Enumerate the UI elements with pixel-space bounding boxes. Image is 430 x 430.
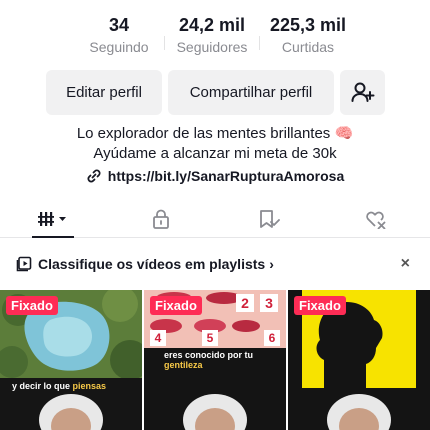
add-friend-button[interactable] xyxy=(340,70,385,115)
edit-profile-button[interactable]: Editar perfil xyxy=(46,70,162,115)
lip-number: 6 xyxy=(264,330,280,346)
profile-link[interactable]: https://bit.ly/SanarRupturaAmorosa xyxy=(0,168,430,184)
pinned-badge: Fixado xyxy=(6,296,58,315)
playlist-icon xyxy=(16,256,32,272)
lip-number: 2 xyxy=(236,294,254,312)
tab-videos[interactable] xyxy=(0,200,108,238)
lip-number: 3 xyxy=(260,294,278,312)
playlist-banner[interactable]: Classifique os vídeos em playlists › × xyxy=(0,246,430,282)
videos-grid-icon xyxy=(37,211,66,226)
profile-bio: Lo explorador de las mentes brillantes 🧠… xyxy=(0,124,430,164)
stat-divider xyxy=(164,36,165,50)
video-caption: y decir lo que piensas xyxy=(12,381,106,391)
playlist-banner-text: Classifique os vídeos em playlists xyxy=(38,256,266,272)
video-caption: eres conocido por tu gentileza xyxy=(164,350,286,370)
lock-icon xyxy=(153,209,170,229)
following-label: Seguindo xyxy=(89,39,149,55)
share-profile-button[interactable]: Compartilhar perfil xyxy=(168,70,334,115)
bio-line-2: Ayúdame a alcanzar mi meta de 30k xyxy=(93,145,337,162)
bio-line-1: Lo explorador de las mentes brillantes 🧠 xyxy=(76,125,354,142)
pinned-badge: Fixado xyxy=(294,296,346,315)
profile-tabs xyxy=(0,200,430,238)
tab-liked[interactable] xyxy=(323,200,430,237)
caption-text: eres conocido por tu xyxy=(164,350,254,360)
tab-saved[interactable] xyxy=(215,200,323,237)
link-url: https://bit.ly/SanarRupturaAmorosa xyxy=(107,168,345,184)
stat-followers[interactable]: 24,2 mil Seguidores xyxy=(164,14,260,60)
add-user-icon xyxy=(351,82,374,102)
liked-icon xyxy=(366,211,386,229)
video-grid: Fixado y decir lo que piensas 2 3 4 5 6 … xyxy=(0,290,430,430)
caption-text: y decir lo que xyxy=(12,381,73,391)
followers-count: 24,2 mil xyxy=(178,15,246,35)
caption-highlight: piensas xyxy=(72,381,107,391)
profile-stats: 34 Seguindo 24,2 mil Seguidores 225,3 mi… xyxy=(0,14,430,60)
tab-private[interactable] xyxy=(108,200,216,237)
pinned-badge: Fixado xyxy=(150,296,202,315)
likes-label: Curtidas xyxy=(281,39,335,55)
video-thumbnail-3[interactable]: Fixado xyxy=(288,290,430,430)
caption-highlight: gentileza xyxy=(164,360,203,370)
followers-label: Seguidores xyxy=(176,39,248,55)
following-count: 34 xyxy=(108,15,130,35)
lip-number: 4 xyxy=(150,330,166,346)
profile-actions: Editar perfil Compartilhar perfil xyxy=(46,70,385,115)
stat-likes[interactable]: 225,3 mil Curtidas xyxy=(260,14,356,60)
saved-icon xyxy=(259,209,280,228)
link-icon xyxy=(87,169,101,183)
close-icon[interactable]: × xyxy=(401,255,410,273)
chevron-right-icon: › xyxy=(269,256,274,272)
video-thumbnail-1[interactable]: Fixado y decir lo que piensas xyxy=(0,290,142,430)
lip-number: 5 xyxy=(202,330,218,346)
likes-count: 225,3 mil xyxy=(269,15,347,35)
video-thumbnail-2[interactable]: 2 3 4 5 6 Fixado eres conocido por tu ge… xyxy=(144,290,286,430)
stat-following[interactable]: 34 Seguindo xyxy=(74,14,164,60)
